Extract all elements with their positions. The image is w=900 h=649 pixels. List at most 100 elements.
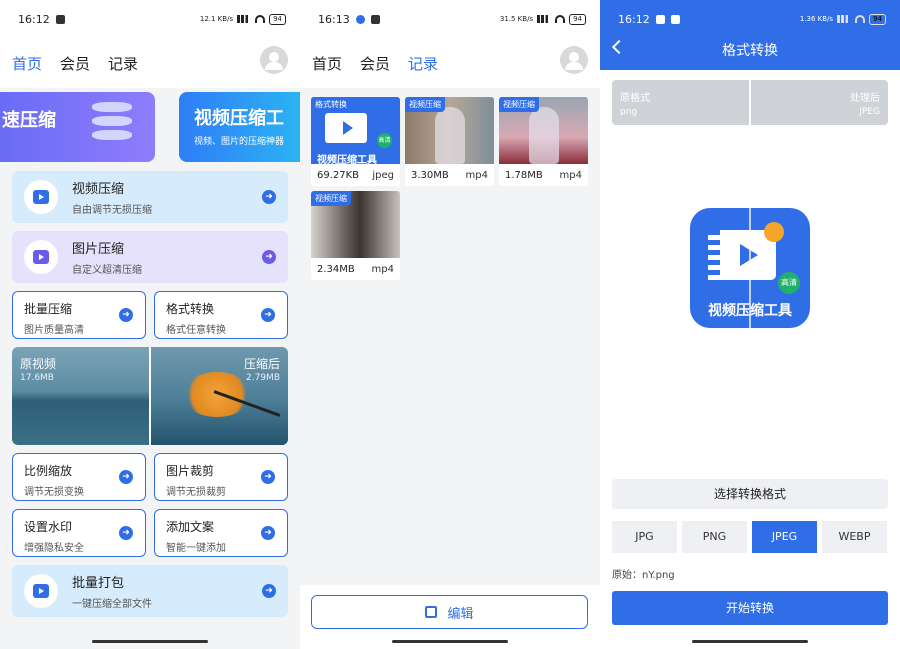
signal-icon [537, 15, 552, 23]
page-title: 格式转换 [722, 43, 778, 59]
arrow-right-icon: ➜ [262, 190, 276, 204]
network-speed: 31.5 KB/s [499, 15, 534, 23]
avatar[interactable] [260, 46, 288, 74]
card-subtitle: 图片质量高清 [24, 325, 84, 336]
card-title: 视频压缩 [72, 182, 125, 197]
format-option-png[interactable]: PNG [682, 521, 747, 553]
edit-label: 编辑 [447, 606, 474, 622]
preview-image: 高清 视频压缩工具 [690, 208, 810, 328]
battery-indicator: 94 [869, 13, 886, 25]
wifi-icon [555, 15, 566, 23]
original-format-label: 原格式 [620, 93, 650, 104]
record-item[interactable]: 视频压缩 2.34MB mp4 [311, 191, 400, 280]
card-subtitle: 一键压缩全部文件 [72, 599, 152, 610]
signal-icon [837, 15, 852, 23]
arrow-right-icon: ➜ [119, 526, 133, 540]
avatar[interactable] [560, 46, 588, 74]
arrow-right-icon: ➜ [262, 584, 276, 598]
hd-badge: 高清 [778, 272, 800, 294]
card-subtitle: 调节无损裁剪 [166, 487, 226, 498]
tab-member[interactable]: 会员 [60, 53, 90, 74]
thumbnail-caption: 视频压缩工具 [317, 155, 377, 166]
ratio-scale-card[interactable]: 比例缩放 调节无损变换 ➜ [12, 453, 146, 501]
card-title: 图片压缩 [72, 242, 125, 257]
tab-records[interactable]: 记录 [408, 53, 438, 74]
format-option-jpg[interactable]: JPG [612, 521, 677, 553]
app-notification-icon [655, 14, 665, 24]
format-option-jpeg[interactable]: JPEG [752, 521, 817, 553]
status-bar: 16:12 12.1 KB/s 94 [0, 0, 300, 38]
record-item[interactable]: 视频压缩 3.30MB mp4 [405, 97, 494, 186]
home-indicator[interactable] [92, 640, 208, 643]
arrow-right-icon: ➜ [261, 308, 275, 322]
edit-button[interactable]: 编辑 [311, 595, 588, 629]
record-size: 1.78MB [505, 170, 543, 181]
home-indicator[interactable] [692, 640, 808, 643]
banner-subtitle: 视频、图片的压缩神器 [194, 137, 285, 147]
watermark-card[interactable]: 设置水印 增强隐私安全 ➜ [12, 509, 146, 557]
arrow-right-icon: ➜ [119, 470, 133, 484]
app-notification-icon [370, 14, 380, 24]
hd-badge: 高清 [377, 133, 392, 148]
record-item[interactable]: 视频压缩工具 高清 格式转换 69.27KB jpeg [311, 97, 400, 186]
record-ext: jpeg [372, 170, 394, 181]
card-subtitle: 自由调节无损压缩 [72, 205, 152, 216]
banner-carousel[interactable]: 速压缩 视频压缩工 视频、图片的压缩神器 [0, 92, 300, 162]
card-title: 批量打包 [72, 576, 125, 591]
format-convert-card[interactable]: 格式转换 格式任意转换 ➜ [154, 291, 288, 339]
image-crop-card[interactable]: 图片裁剪 调节无损裁剪 ➜ [154, 453, 288, 501]
card-subtitle: 增强隐私安全 [24, 543, 84, 554]
compare-divider[interactable] [149, 347, 151, 445]
banner-title: 视频压缩工 [194, 108, 284, 129]
add-text-card[interactable]: 添加文案 智能一键添加 ➜ [154, 509, 288, 557]
batch-package-card[interactable]: 批量打包 一键压缩全部文件 ➜ [12, 565, 288, 617]
record-size: 2.34MB [317, 264, 355, 275]
status-bar: 16:12 1.36 KB/s 94 [600, 0, 900, 38]
top-nav: 首页 会员 记录 [0, 38, 300, 88]
arrow-right-icon: ➜ [261, 470, 275, 484]
record-ext: mp4 [559, 170, 582, 181]
home-content: 速压缩 视频压缩工 视频、图片的压缩神器 视频压缩 自由调节无损压缩 ➜ 图片压… [0, 88, 300, 649]
card-subtitle: 智能一键添加 [166, 543, 226, 554]
compressed-label: 压缩后 [243, 357, 280, 371]
banner-fast-compress[interactable]: 速压缩 [0, 92, 155, 162]
battery-indicator: 94 [269, 13, 286, 25]
home-indicator[interactable] [392, 640, 508, 643]
layers-illustration-icon [89, 98, 135, 152]
status-time: 16:13 [318, 12, 350, 26]
record-size: 69.27KB [317, 170, 360, 181]
arrow-right-icon: ➜ [119, 308, 133, 322]
app-notification-icon [670, 14, 680, 24]
phone-home: 16:12 12.1 KB/s 94 首页 会员 记录 速压缩 视频压缩工 视频… [0, 0, 300, 649]
battery-indicator: 94 [569, 13, 586, 25]
tab-records[interactable]: 记录 [108, 53, 138, 74]
banner-title: 速压缩 [2, 110, 56, 131]
video-icon [24, 180, 58, 214]
tab-home[interactable]: 首页 [312, 53, 342, 74]
start-convert-button[interactable]: 开始转换 [612, 591, 888, 625]
status-time: 16:12 [618, 12, 650, 26]
wifi-icon [855, 15, 866, 23]
format-info-bar: 原格式 png 处理后 JPEG [612, 80, 888, 125]
format-option-webp[interactable]: WEBP [822, 521, 887, 553]
badge-icon [764, 222, 784, 242]
processed-format-label: 处理后 [850, 93, 880, 104]
signal-icon [237, 15, 252, 23]
tab-home[interactable]: 首页 [12, 53, 42, 74]
banner-video-compress[interactable]: 视频压缩工 视频、图片的压缩神器 [179, 92, 300, 162]
image-compress-card[interactable]: 图片压缩 自定义超清压缩 ➜ [12, 231, 288, 283]
record-item[interactable]: 视频压缩 1.78MB mp4 [499, 97, 588, 186]
tab-member[interactable]: 会员 [360, 53, 390, 74]
record-tag: 视频压缩 [499, 97, 539, 112]
video-compress-card[interactable]: 视频压缩 自由调节无损压缩 ➜ [12, 171, 288, 223]
original-size: 17.6MB [20, 373, 54, 383]
card-subtitle: 自定义超清压缩 [72, 265, 142, 276]
package-icon [24, 574, 58, 608]
original-format-value: png [620, 107, 638, 117]
image-icon [24, 240, 58, 274]
app-notification-icon [355, 14, 365, 24]
network-speed: 1.36 KB/s [799, 15, 834, 23]
record-tag: 视频压缩 [405, 97, 445, 112]
batch-compress-card[interactable]: 批量压缩 图片质量高清 ➜ [12, 291, 146, 339]
card-subtitle: 调节无损变换 [24, 487, 84, 498]
